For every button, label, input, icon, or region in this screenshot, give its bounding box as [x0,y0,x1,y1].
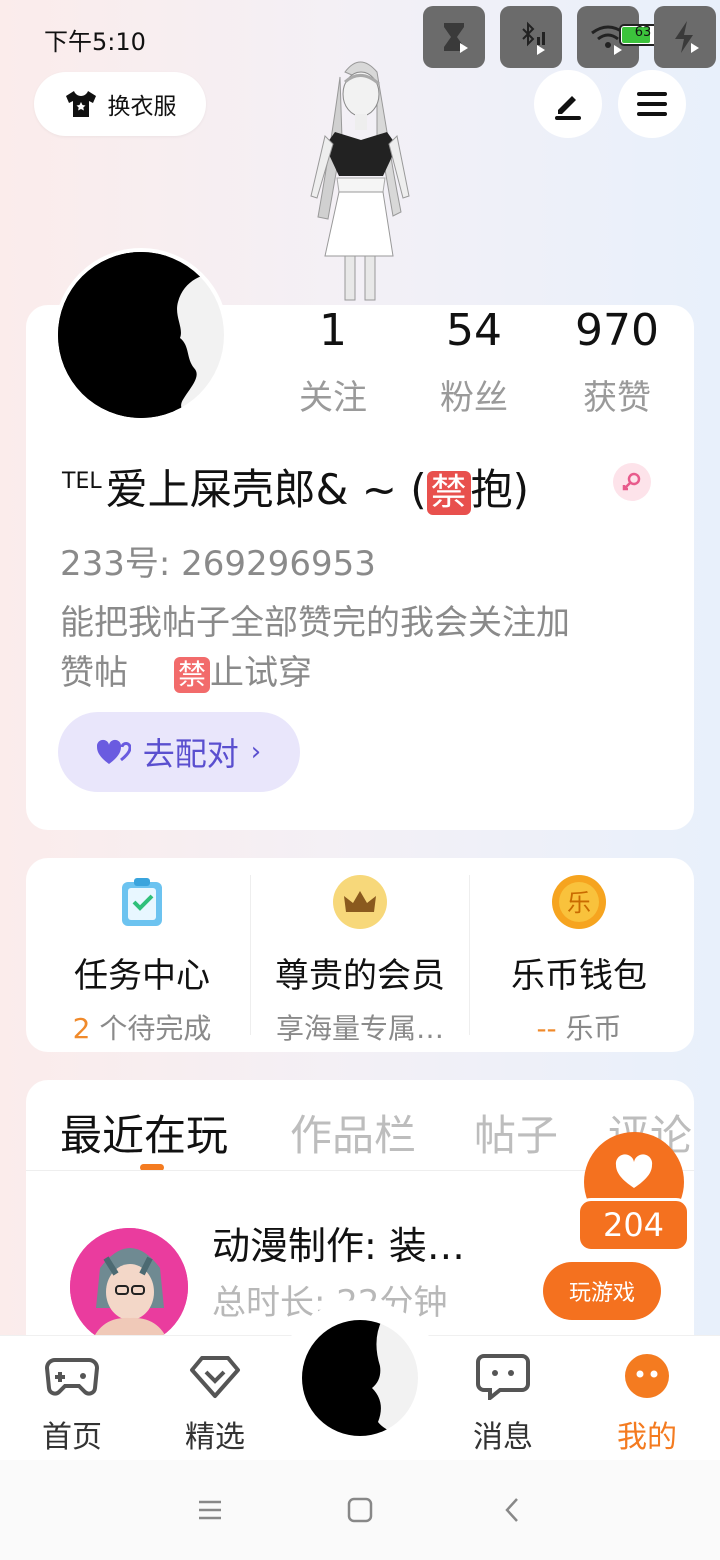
vip-sub: 享海量专属… [275,1012,444,1045]
tab-works[interactable]: 作品栏 [290,1102,416,1163]
wardrobe-button[interactable]: 换衣服 [34,72,206,136]
bluetooth-signal-icon [500,6,562,68]
username: TEL爱上屎壳郎& ~ (禁抱) [62,456,529,517]
nav-center-avatar[interactable] [302,1320,418,1436]
stat-following-label: 关注 [299,378,367,418]
task-center-sub: 2 个待完成 [32,1007,252,1047]
face-icon [625,1354,669,1398]
diamond-heart-icon [190,1356,240,1398]
charging-icon [654,6,716,68]
wallet-entry[interactable]: 乐 乐币钱包 -- 乐币 [469,870,689,1047]
ban-emoji: 禁 [426,471,471,515]
status-time: 下午5:10 [44,28,146,56]
crown-icon [333,875,387,929]
wallet-unit: 乐币 [556,1012,622,1045]
wardrobe-label: 换衣服 [107,94,177,120]
stat-likes-label: 获赞 [583,378,651,418]
hearts-icon [96,739,131,764]
vip-entry[interactable]: 尊贵的会员 享海量专属… [250,870,470,1047]
bio-line-2-prefix: 赞帖 [60,653,128,693]
username-prefix: TEL [62,469,102,494]
nav-me-label: 我的 [617,1420,677,1455]
menu-icon [637,92,667,116]
avatar-character-figure[interactable] [285,52,435,304]
stat-following-value: 1 [319,305,347,356]
tab-posts[interactable]: 帖子 [474,1102,558,1163]
svg-text:乐: 乐 [567,889,591,917]
stat-likes[interactable]: 970 获赞 [552,306,682,419]
wallet-sub: -- 乐币 [469,1007,689,1047]
nav-home-label: 首页 [42,1420,102,1455]
female-gender-icon [613,463,651,501]
clipboard-icon [122,878,162,926]
home-icon[interactable] [340,1490,380,1530]
back-icon[interactable] [492,1490,532,1530]
edit-profile-button[interactable] [534,70,602,138]
user-id: 233号: 269296953 [60,544,376,584]
gamepad-icon [44,1358,100,1396]
shirt-icon [65,91,96,117]
stat-fans[interactable]: 54 粉丝 [409,306,539,419]
profile-avatar[interactable] [58,252,224,418]
match-label: 去配对 [142,735,239,773]
username-main: 爱上屎壳郎& ~ ( [105,465,427,514]
coin-icon: 乐 [552,875,606,929]
task-center-count: 2 [72,1012,91,1045]
bio-ban-emoji: 禁 [174,657,211,693]
username-suffix: 抱) [470,465,530,514]
task-center-sub-text: 个待完成 [90,1012,212,1045]
game-thumbnail[interactable] [70,1228,188,1346]
wallet-balance: -- [536,1012,557,1045]
nav-me[interactable]: 我的 [587,1352,707,1456]
stat-likes-value: 970 [575,305,659,356]
like-count: 204 [577,1198,690,1252]
bio-line-2-suffix: 止试穿 [210,653,313,693]
wallet-title: 乐币钱包 [511,956,647,996]
task-center-title: 任务中心 [74,956,210,996]
pen-icon [555,96,581,120]
nav-messages-label: 消息 [473,1420,533,1455]
stat-fans-value: 54 [446,305,502,356]
profile-bio: 能把我帖子全部赞完的我会关注加 赞帖 禁止试穿 [60,598,650,698]
bio-line-2: 赞帖 禁止试穿 [60,648,650,698]
nav-featured-label: 精选 [185,1420,245,1455]
match-button[interactable]: 去配对 › [58,712,300,792]
chevron-right-icon: › [250,737,262,767]
menu-button[interactable] [618,70,686,138]
recent-apps-icon[interactable] [190,1490,230,1530]
stat-following[interactable]: 1 关注 [268,306,398,419]
play-game-button[interactable]: 玩游戏 [543,1262,661,1320]
nav-messages[interactable]: 消息 [443,1352,563,1456]
task-center-entry[interactable]: 任务中心 2 个待完成 [32,870,252,1047]
game-title[interactable]: 动漫制作: 装… [212,1215,465,1270]
stat-fans-label: 粉丝 [440,378,508,418]
chat-bubble-icon [476,1354,530,1403]
nav-featured[interactable]: 精选 [155,1352,275,1456]
bio-line-1: 能把我帖子全部赞完的我会关注加 [60,603,570,643]
heart-icon [615,1154,653,1188]
tab-recently-played[interactable]: 最近在玩 [60,1102,228,1163]
nav-home[interactable]: 首页 [12,1352,132,1456]
vip-title: 尊贵的会员 [275,956,445,996]
